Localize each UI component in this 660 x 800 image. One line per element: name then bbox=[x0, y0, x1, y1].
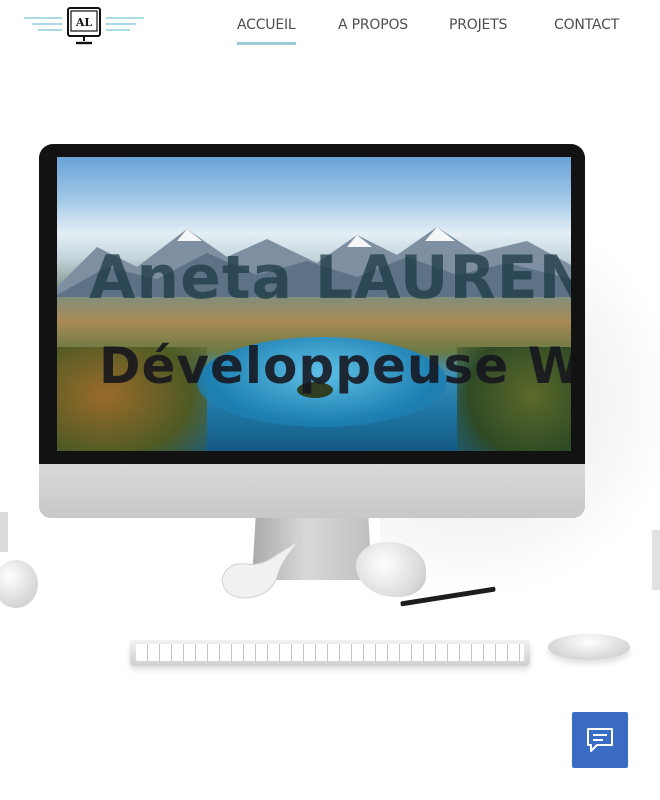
nav-item-projets[interactable]: PROJETS bbox=[449, 17, 507, 33]
object-right-edge bbox=[652, 530, 660, 590]
nav-item-contact[interactable]: CONTACT bbox=[554, 17, 619, 33]
chat-button[interactable] bbox=[572, 712, 628, 768]
mouse bbox=[548, 634, 630, 660]
hero-scene: Aneta LAURENT Développeuse Web bbox=[0, 60, 660, 720]
main-nav: ACCUEIL A PROPOS PROJETS CONTACT bbox=[0, 17, 660, 49]
imac-chin bbox=[39, 464, 585, 518]
site-header: AL ACCUEIL A PROPOS PROJETS CONTACT bbox=[0, 0, 660, 60]
hero-role: Développeuse Web bbox=[99, 337, 571, 395]
nav-item-accueil[interactable]: ACCUEIL bbox=[237, 17, 296, 45]
keyboard bbox=[130, 640, 530, 666]
bird-figurine bbox=[221, 540, 301, 599]
hero-name: Aneta LAURENT bbox=[89, 243, 571, 313]
nav-item-a-propos[interactable]: A PROPOS bbox=[338, 17, 408, 33]
chat-bubble-icon bbox=[587, 728, 613, 752]
ornament-left bbox=[0, 560, 38, 608]
crumpled-paper bbox=[356, 542, 426, 597]
imac-screen: Aneta LAURENT Développeuse Web bbox=[57, 157, 571, 451]
vase-left bbox=[0, 512, 8, 552]
